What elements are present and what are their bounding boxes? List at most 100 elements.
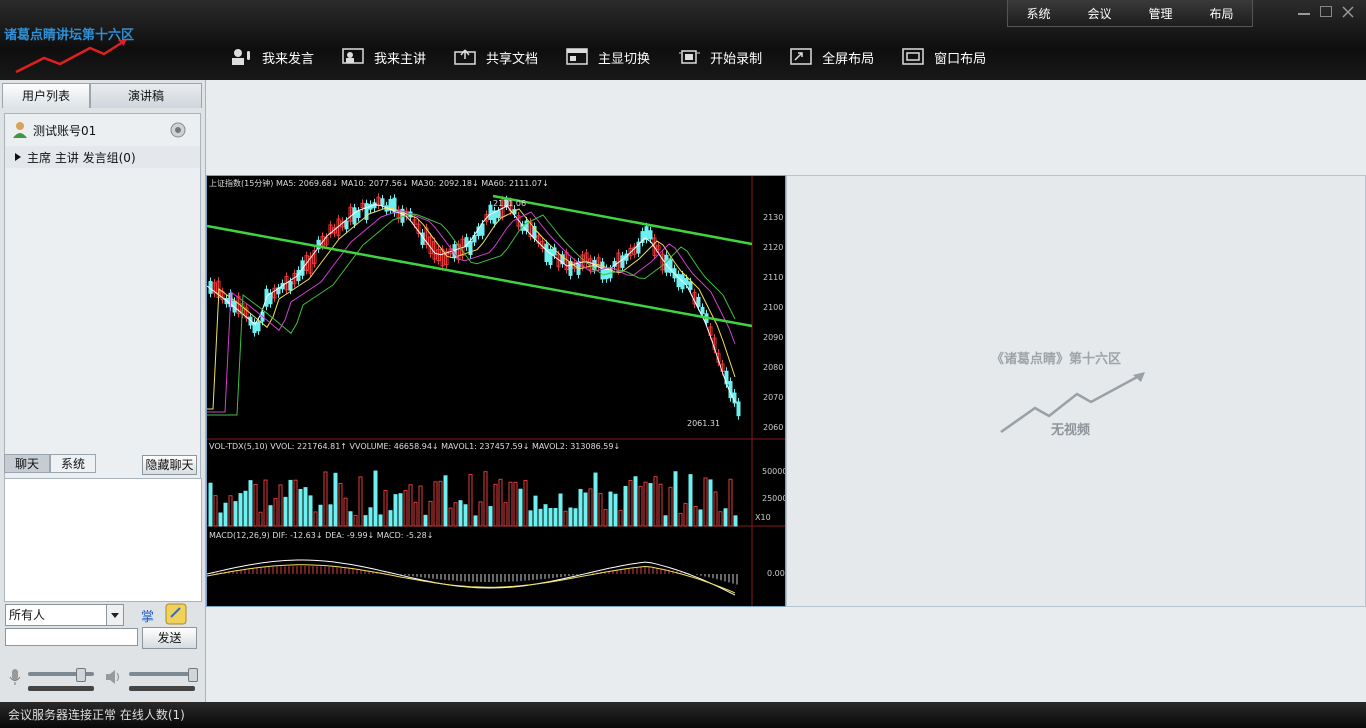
candle-body — [620, 255, 625, 268]
presenter-icon — [342, 48, 364, 64]
group-row[interactable]: 主席 主讲 发言组(0) — [5, 146, 200, 168]
price-tick: 2080 — [763, 363, 783, 372]
volume-bar — [698, 509, 703, 527]
window-layout-button[interactable]: 窗口布局 — [902, 44, 986, 70]
present-label: 我来主讲 — [374, 51, 427, 67]
close-icon[interactable] — [1342, 6, 1354, 18]
hide-chat-button[interactable]: 隐藏聊天 — [142, 455, 197, 475]
menu-system[interactable]: 系统 — [1026, 5, 1050, 22]
tab-speech-script[interactable]: 演讲稿 — [90, 83, 202, 108]
microphone-person-icon — [232, 49, 250, 65]
volume-bar — [428, 500, 433, 527]
volume-bar — [423, 514, 428, 527]
volume-bar — [608, 491, 613, 527]
start-recording-button[interactable]: 开始录制 — [678, 44, 762, 70]
volume-bar — [603, 508, 608, 527]
volume-bar — [373, 470, 378, 527]
volume-bar — [548, 508, 553, 527]
speak-button[interactable]: 我来发言 — [230, 44, 314, 70]
volume-bar — [528, 510, 533, 527]
volume-bar — [648, 483, 653, 527]
volume-bar — [383, 490, 388, 527]
font-style-icon[interactable]: 掌 — [141, 606, 154, 625]
volume-bar — [653, 476, 658, 527]
volume-bar — [598, 492, 603, 527]
volume-bar — [723, 508, 728, 527]
menu-meeting[interactable]: 会议 — [1087, 5, 1111, 22]
volume-bar — [583, 492, 588, 527]
speaker-volume-knob[interactable] — [188, 668, 198, 682]
volume-bar — [568, 507, 573, 527]
fullscreen-layout-button[interactable]: 全屏布局 — [790, 44, 874, 70]
status-text: 会议服务器连接正常 在线人数(1) — [8, 708, 185, 722]
share-document-button[interactable]: 共享文档 — [454, 44, 538, 70]
minimize-icon[interactable] — [1298, 6, 1310, 15]
video-panel: 《诸葛点睛》第十六区 无视频 — [786, 175, 1366, 607]
start-recording-label: 开始录制 — [710, 51, 763, 67]
user-item[interactable]: 测试账号01 — [11, 120, 191, 140]
camera-icon[interactable] — [169, 121, 187, 139]
record-icon — [679, 50, 701, 64]
volume-bar — [668, 486, 673, 527]
volume-bar — [713, 491, 718, 527]
volume-bar — [283, 496, 288, 527]
volume-bar — [218, 512, 223, 527]
emoticon-icon[interactable] — [165, 603, 187, 625]
speaker-volume-slider[interactable] — [129, 672, 195, 676]
volume-bar — [728, 478, 733, 527]
volume-bar — [593, 472, 598, 527]
volume-bar — [523, 480, 528, 527]
volume-bar — [508, 481, 513, 527]
menu-manage[interactable]: 管理 — [1148, 5, 1172, 22]
shared-chart-view[interactable]: 上证指数(15分钟) MA5: 2069.68↓ MA10: 2077.56↓ … — [206, 175, 786, 607]
volume-bar — [628, 480, 633, 527]
volume-bar — [703, 477, 708, 527]
candle-body — [688, 281, 693, 290]
volume-bar — [398, 493, 403, 527]
fullscreen-layout-label: 全屏布局 — [822, 51, 875, 67]
recipient-select[interactable]: 所有人 — [5, 604, 124, 626]
volume-bar — [543, 504, 548, 527]
send-button[interactable]: 发送 — [142, 627, 197, 649]
price-tick: 2110 — [763, 273, 783, 282]
display-switch-button[interactable]: 主显切换 — [566, 44, 650, 70]
volume-bar — [278, 484, 283, 527]
volume-bar — [313, 511, 318, 527]
volume-bar — [673, 471, 678, 527]
no-video-label: 无视频 — [1051, 423, 1091, 438]
volume-bar — [253, 483, 258, 527]
volume-bar — [488, 506, 493, 527]
user-avatar-icon — [13, 122, 27, 138]
volume-bar — [588, 488, 593, 527]
tab-system[interactable]: 系统 — [50, 454, 97, 473]
volume-bar — [233, 501, 238, 527]
chat-tabs: 聊天 系统 — [4, 454, 97, 473]
chevron-down-icon[interactable] — [106, 605, 123, 625]
mic-volume-knob[interactable] — [76, 668, 86, 682]
volume-bar — [303, 487, 308, 527]
candle-body — [380, 198, 385, 206]
volume-bar — [658, 483, 663, 527]
volume-bar — [623, 486, 628, 527]
volume-bar — [448, 507, 453, 527]
chat-input[interactable] — [5, 628, 138, 646]
price-tick: 2070 — [763, 393, 783, 402]
display-switch-label: 主显切换 — [598, 51, 651, 67]
tab-user-list[interactable]: 用户列表 — [2, 83, 90, 108]
vol-unit: X10 — [755, 513, 771, 522]
fullscreen-icon — [790, 48, 812, 65]
window-layout-label: 窗口布局 — [934, 51, 987, 67]
candle-body — [344, 220, 349, 230]
macd-header: MACD(12,26,9) DIF: -12.63↓ DEA: -9.99↓ M… — [209, 531, 433, 540]
present-button[interactable]: 我来主讲 — [342, 44, 426, 70]
chat-log[interactable] — [4, 478, 202, 602]
menu-layout[interactable]: 布局 — [1209, 5, 1233, 22]
expand-arrow-icon — [15, 153, 21, 161]
maximize-icon[interactable] — [1320, 6, 1332, 17]
volume-bar — [438, 480, 443, 527]
tab-chat[interactable]: 聊天 — [4, 454, 51, 473]
volume-bar — [553, 507, 558, 527]
volume-bar — [408, 484, 413, 527]
volume-bar — [348, 511, 353, 527]
volume-bar — [518, 488, 523, 527]
